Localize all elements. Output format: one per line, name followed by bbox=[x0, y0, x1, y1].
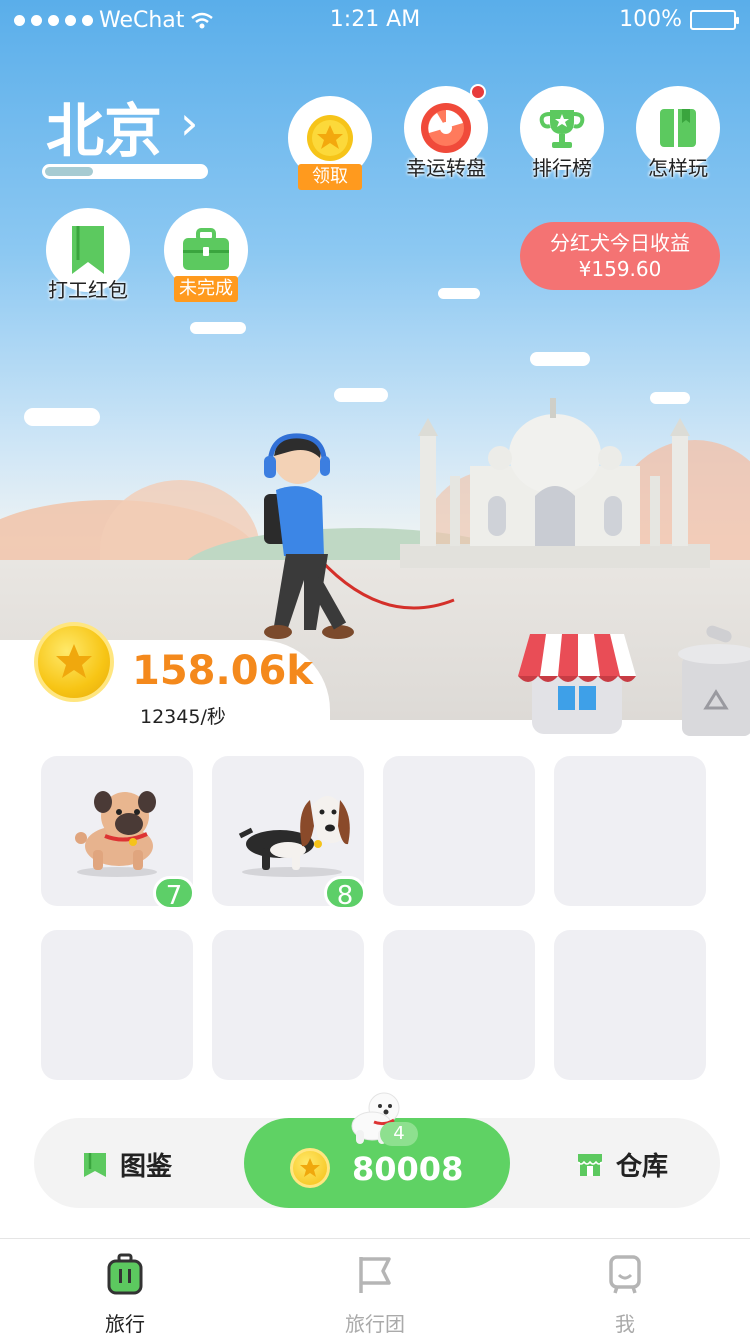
dog-level-badge: 8 bbox=[324, 876, 366, 911]
dog-slot-empty[interactable] bbox=[383, 756, 535, 906]
flag-icon bbox=[359, 1257, 391, 1293]
buy-dog-level-badge: 4 bbox=[380, 1122, 418, 1146]
work-redpacket-button[interactable]: 打工红包 bbox=[46, 208, 130, 302]
catalog-button[interactable]: 图鉴 bbox=[82, 1146, 172, 1183]
notification-dot bbox=[470, 84, 486, 100]
buy-dog-price: 80008 bbox=[352, 1150, 464, 1188]
dog-slot-empty[interactable] bbox=[554, 756, 706, 906]
lucky-wheel-label: 幸运转盘 bbox=[406, 156, 486, 180]
battery-percent: 100% bbox=[619, 7, 682, 32]
briefcase-icon bbox=[183, 228, 229, 270]
suitcase-icon bbox=[107, 1253, 143, 1295]
dividend-earnings-button[interactable]: 分红犬今日收益 ¥159.60 bbox=[520, 222, 720, 290]
how-to-play-button[interactable]: 怎样玩 bbox=[636, 86, 720, 180]
dividend-title: 分红犬今日收益 bbox=[550, 231, 690, 255]
coin-rate: 12345/秒 bbox=[140, 706, 226, 728]
work-redpacket-label: 打工红包 bbox=[48, 278, 128, 302]
warehouse-button[interactable]: 仓库 bbox=[576, 1146, 668, 1183]
dog-slot[interactable]: 7 bbox=[41, 756, 195, 911]
dog-slot-empty[interactable] bbox=[383, 930, 535, 1080]
city-name: 北京 bbox=[46, 97, 163, 165]
dog-slot[interactable]: 8 bbox=[212, 756, 366, 911]
shop-icon[interactable] bbox=[516, 628, 638, 736]
tab-travel-label: 旅行 bbox=[105, 1312, 145, 1334]
tab-travel-group-label: 旅行团 bbox=[345, 1312, 405, 1334]
leaderboard-button[interactable]: 排行榜 bbox=[520, 86, 604, 180]
cloud bbox=[334, 388, 388, 402]
dog-slot-empty[interactable] bbox=[41, 930, 193, 1080]
star-icon bbox=[300, 1158, 320, 1177]
catalog-label: 图鉴 bbox=[120, 1152, 173, 1182]
lucky-wheel-button[interactable]: 幸运转盘 bbox=[404, 84, 488, 180]
traveler-character bbox=[264, 433, 455, 639]
warehouse-label: 仓库 bbox=[616, 1152, 669, 1182]
cloud bbox=[190, 322, 246, 334]
battery-icon bbox=[690, 9, 739, 30]
bookmark-icon bbox=[72, 226, 104, 274]
profile-icon bbox=[609, 1255, 641, 1294]
coin-icon bbox=[34, 622, 114, 702]
task-status-tag: 未完成 bbox=[174, 276, 238, 302]
tab-bar: 旅行 旅行团 我 bbox=[0, 1238, 750, 1334]
cloud bbox=[24, 408, 100, 426]
battery-status: 100% bbox=[619, 7, 739, 32]
coin-icon bbox=[290, 1148, 330, 1188]
cloud bbox=[530, 352, 590, 366]
task-button[interactable]: 未完成 bbox=[164, 208, 248, 302]
city-progress-fill bbox=[45, 167, 93, 176]
star-coin-icon bbox=[307, 115, 353, 161]
pug-dog-icon bbox=[75, 791, 157, 877]
status-bar: WeChat 1:21 AM 100% bbox=[0, 0, 750, 40]
wheel-icon bbox=[421, 103, 471, 153]
tab-me-label: 我 bbox=[615, 1312, 635, 1334]
book-icon bbox=[660, 109, 696, 147]
city-progress-bar bbox=[42, 164, 208, 179]
basset-hound-dog-icon bbox=[238, 796, 350, 877]
dog-slot-empty[interactable] bbox=[212, 930, 364, 1080]
chevron-right-icon: › bbox=[180, 96, 199, 150]
leaderboard-label: 排行榜 bbox=[532, 156, 592, 180]
dog-level-badge: 7 bbox=[153, 876, 195, 911]
tab-travel-group[interactable]: 旅行团 bbox=[315, 1253, 435, 1334]
trophy-icon bbox=[539, 110, 585, 148]
warehouse-icon bbox=[577, 1153, 603, 1176]
how-to-play-label: 怎样玩 bbox=[648, 156, 708, 180]
claim-button[interactable]: 领取 bbox=[288, 96, 372, 190]
city-selector[interactable]: 北京 › bbox=[46, 84, 198, 168]
recycle-bin-icon[interactable] bbox=[676, 620, 750, 738]
tab-me[interactable]: 我 bbox=[565, 1253, 685, 1334]
dog-slot-empty[interactable] bbox=[554, 930, 706, 1080]
catalog-icon bbox=[84, 1152, 106, 1177]
tab-travel[interactable]: 旅行 bbox=[65, 1253, 185, 1334]
dividend-amount: ¥159.60 bbox=[578, 257, 662, 281]
coin-total: 158.06k bbox=[132, 648, 313, 694]
star-icon bbox=[56, 644, 92, 678]
claim-tag: 领取 bbox=[298, 164, 362, 190]
cloud bbox=[438, 288, 480, 299]
